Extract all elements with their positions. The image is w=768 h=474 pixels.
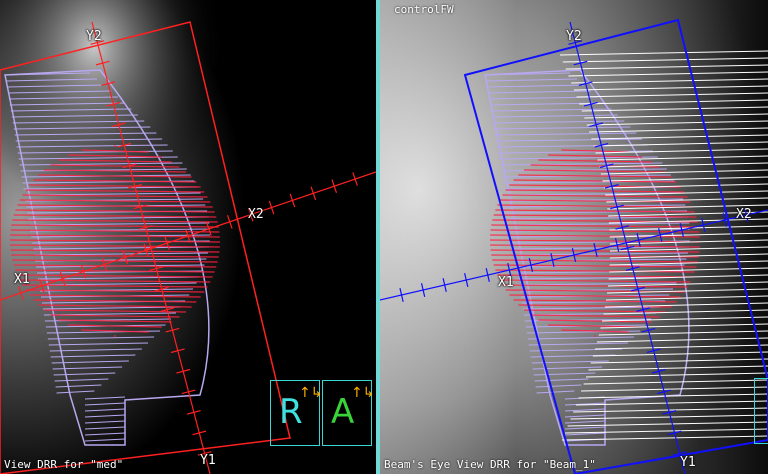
y1-label: Y1 [200,453,216,468]
right-caption: Beam's Eye View DRR for "Beam_1" [384,458,596,471]
left-caption: View DRR for "med" [4,458,124,471]
x1-label: X1 [498,275,514,290]
orientation-arrow-icon: ↑↳ [299,385,323,401]
orientation-r-box: R ↑↳ [270,380,323,446]
orientation-box-partial [754,378,768,444]
right-drr-view[interactable]: controlFW Y2 Y1 X1 X2 Beam's Eye View DR… [380,0,768,474]
orientation-arrow-icon: ↑↳ [351,385,375,401]
left-drr-view[interactable]: Y2 Y1 X1 X2 R ↑↳ A ↑↳ View DRR for "med" [0,0,376,474]
y2-label: Y2 [566,29,582,44]
y1-label: Y1 [680,455,696,470]
y2-label: Y2 [86,29,102,44]
orientation-a-box: A ↑↳ [322,380,375,446]
x2-label: X2 [248,207,264,222]
right-drr-canvas [380,0,768,474]
x2-label: X2 [736,207,752,222]
x1-label: X1 [14,272,30,287]
view-title: controlFW [394,3,454,16]
